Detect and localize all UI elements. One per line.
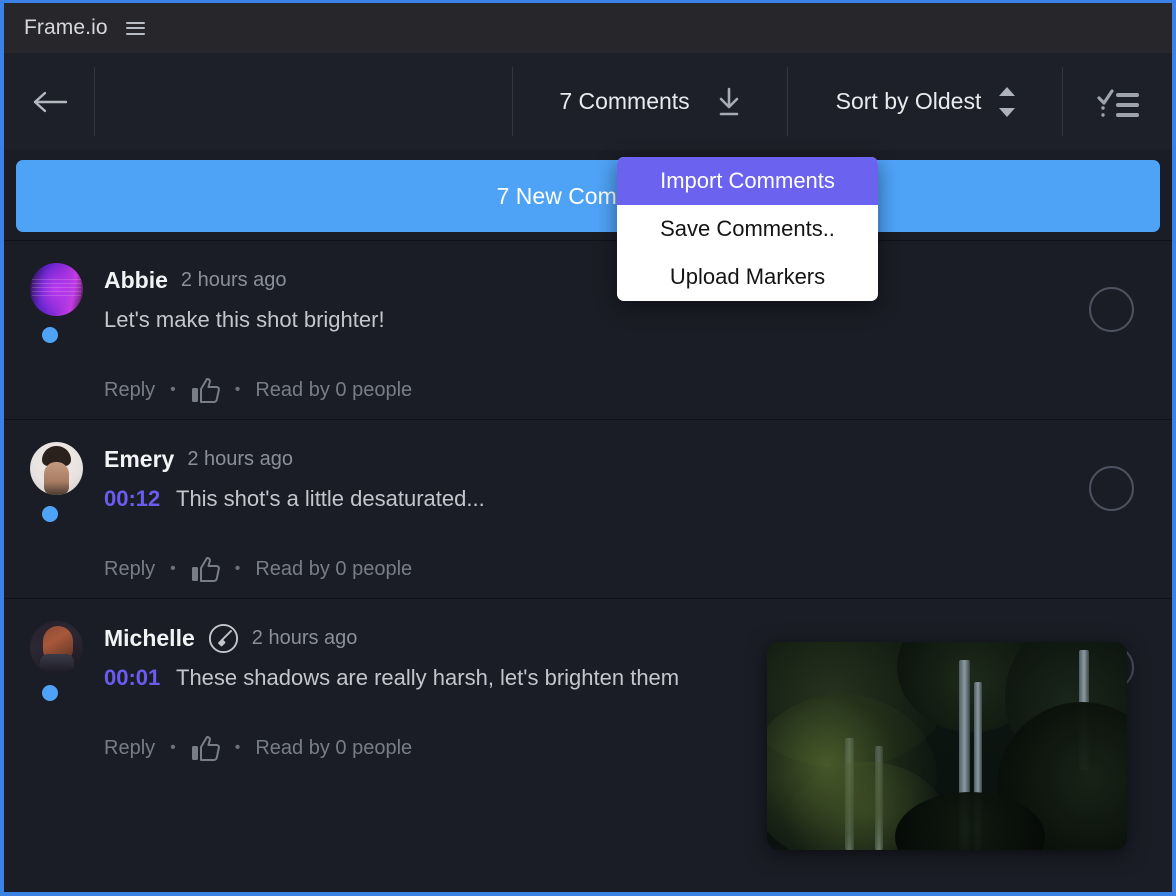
reply-button[interactable]: Reply: [104, 737, 155, 760]
action-separator: •: [234, 739, 241, 756]
titlebar: Frame.io: [4, 3, 1172, 53]
comment-actions: Reply • • Read by 0 people: [104, 556, 1146, 582]
comment-select-checkbox[interactable]: [1089, 466, 1134, 511]
reply-button[interactable]: Reply: [104, 558, 155, 581]
action-separator: •: [170, 560, 176, 577]
avatar-column: [30, 621, 104, 761]
sort-dropdown[interactable]: Sort by Oldest: [788, 53, 1063, 150]
avatar-column: [30, 442, 104, 582]
new-comments-banner[interactable]: 7 New Comments: [16, 160, 1160, 232]
annotation-brush-icon: [208, 623, 238, 653]
thumbs-up-icon[interactable]: [191, 556, 220, 582]
unread-dot: [42, 327, 58, 343]
toolbar-spacer: [95, 53, 513, 150]
checklist-button[interactable]: [1063, 53, 1172, 150]
sort-label: Sort by Oldest: [835, 88, 982, 114]
comment-timestamp: 2 hours ago: [251, 626, 358, 649]
comment-item[interactable]: Emery 2 hours ago 00:12 This shot's a li…: [4, 419, 1172, 598]
unread-dot: [42, 685, 58, 701]
comment-text: 00:12 This shot's a little desaturated..…: [104, 486, 1146, 512]
read-by-label: Read by 0 people: [255, 736, 413, 759]
menu-item-save-comments[interactable]: Save Comments..: [617, 205, 878, 253]
thumbnail-image: [767, 642, 1127, 850]
forest-video-thumbnail: [767, 642, 1127, 850]
comment-text: Let's make this shot brighter!: [104, 307, 1146, 333]
back-button[interactable]: [4, 53, 95, 150]
comment-timestamp: 2 hours ago: [187, 447, 293, 470]
checklist-icon: [1096, 87, 1139, 117]
comment-actions: Reply • • Read by 0 people: [104, 377, 1146, 403]
comment-author: Emery: [104, 445, 175, 472]
export-dropdown-menu: Import Comments Save Comments.. Upload M…: [617, 157, 878, 301]
thumbs-up-icon[interactable]: [191, 735, 220, 761]
comment-body: This shot's a little desaturated...: [176, 486, 485, 511]
comment-body: These shadows are really harsh, let's br…: [176, 665, 680, 690]
comments-toolbar: 7 Comments Sort by Oldest: [4, 53, 1172, 150]
comments-count-label: 7 Comments: [559, 88, 690, 114]
sort-updown-icon: [999, 86, 1016, 117]
comment-timecode[interactable]: 00:12: [104, 486, 160, 511]
action-separator: •: [234, 560, 241, 577]
menu-item-upload-markers[interactable]: Upload Markers: [617, 253, 878, 301]
comment-item[interactable]: Abbie 2 hours ago Let's make this shot b…: [4, 240, 1172, 419]
action-separator: •: [170, 739, 176, 756]
avatar: [30, 621, 83, 674]
avatar: [30, 263, 83, 316]
comment-timestamp: 2 hours ago: [180, 268, 287, 291]
app-window: Frame.io 7 Comments Sort by Oldest 7 New…: [0, 0, 1176, 896]
comment-author: Abbie: [104, 266, 168, 293]
comment-timecode[interactable]: 00:01: [104, 665, 160, 690]
download-icon[interactable]: [716, 87, 742, 117]
hamburger-icon[interactable]: [125, 21, 145, 35]
comment-select-checkbox[interactable]: [1089, 287, 1134, 332]
unread-dot: [42, 506, 58, 522]
read-by-label: Read by 0 people: [255, 378, 413, 401]
action-separator: •: [234, 381, 241, 398]
avatar: [30, 442, 83, 495]
arrow-left-icon: [32, 91, 68, 113]
comment-author: Michelle: [104, 624, 195, 651]
comments-count-group: 7 Comments: [513, 53, 788, 150]
action-separator: •: [170, 381, 176, 398]
avatar-column: [30, 263, 104, 403]
reply-button[interactable]: Reply: [104, 379, 155, 402]
new-comments-banner-wrap: 7 New Comments: [4, 150, 1172, 240]
read-by-label: Read by 0 people: [255, 557, 413, 580]
thumbs-up-icon[interactable]: [191, 377, 220, 403]
menu-item-import-comments[interactable]: Import Comments: [617, 157, 878, 205]
comment-body: Let's make this shot brighter!: [104, 307, 385, 332]
app-brand-label: Frame.io: [24, 16, 108, 39]
